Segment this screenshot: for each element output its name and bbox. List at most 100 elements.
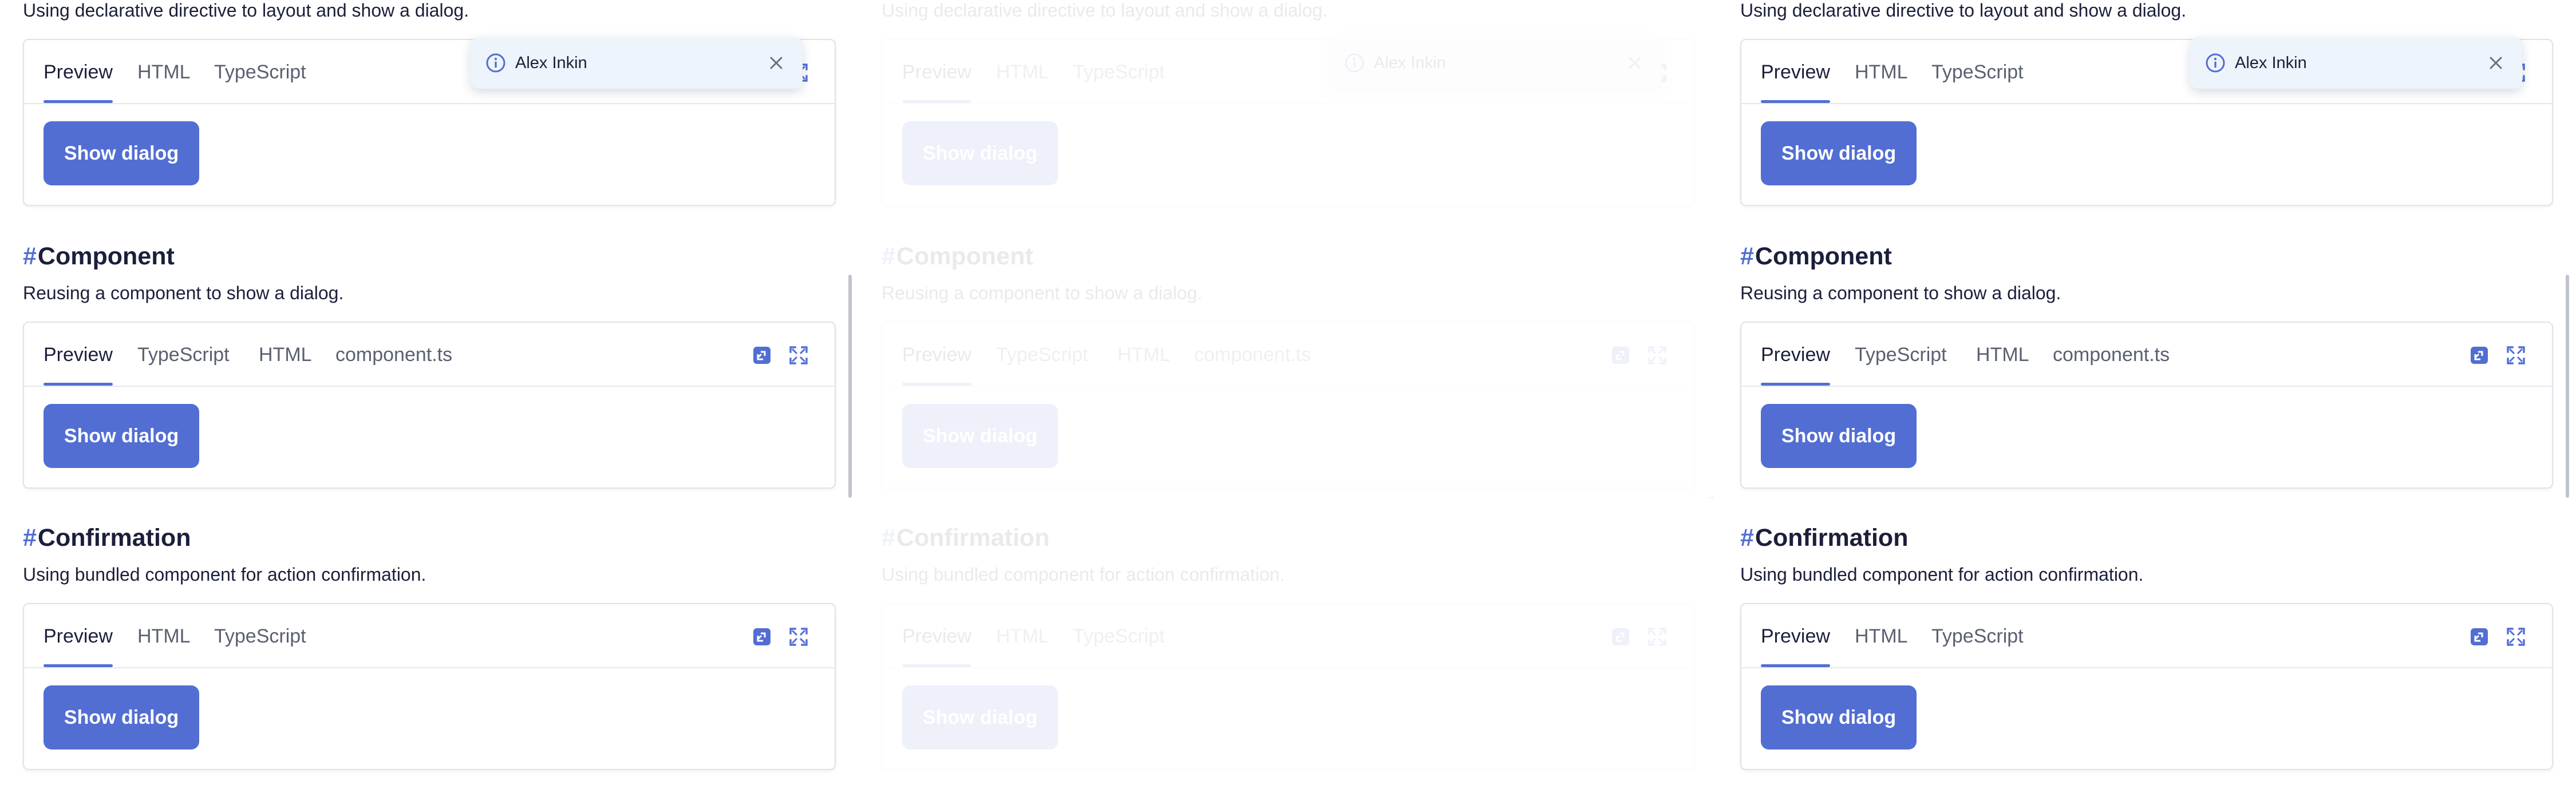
demo-box-confirmation: Preview HTML TypeScript Show dialog bbox=[1740, 603, 2553, 770]
demo-page-panel: Using declarative directive to layout an… bbox=[1717, 0, 2576, 801]
tab-typescript[interactable]: TypeScript bbox=[1931, 60, 2024, 85]
show-dialog-button[interactable]: Show dialog bbox=[902, 685, 1058, 750]
intro-description: Using declarative directive to layout an… bbox=[1740, 0, 2187, 21]
section-description: Using bundled component for action confi… bbox=[882, 564, 1285, 585]
show-dialog-button[interactable]: Show dialog bbox=[902, 404, 1058, 468]
section-description: Reusing a component to show a dialog. bbox=[882, 283, 1203, 303]
demo-box-component: Preview TypeScript HTML component.ts Sho… bbox=[882, 322, 1694, 489]
tab-html[interactable]: HTML bbox=[137, 624, 191, 649]
tab-html[interactable]: HTML bbox=[137, 60, 191, 85]
section-title-text: Component bbox=[37, 243, 175, 270]
tab-preview[interactable]: Preview bbox=[1761, 624, 1830, 667]
tab-html[interactable]: HTML bbox=[1117, 342, 1171, 367]
notification-text: Alex Inkin bbox=[1374, 54, 1446, 72]
info-icon bbox=[485, 53, 506, 73]
anchor-hash-link[interactable]: # bbox=[1740, 243, 1754, 270]
show-dialog-button[interactable]: Show dialog bbox=[44, 685, 199, 750]
demo-box-confirmation: Preview HTML TypeScript Show dialog bbox=[882, 603, 1694, 770]
tab-html[interactable]: HTML bbox=[1855, 60, 1908, 85]
tab-component-ts[interactable]: component.ts bbox=[1194, 342, 1311, 367]
anchor-hash-link[interactable]: # bbox=[882, 524, 895, 552]
tab-html[interactable]: HTML bbox=[259, 342, 312, 367]
tab-preview[interactable]: Preview bbox=[44, 342, 113, 386]
tab-preview[interactable]: Preview bbox=[44, 60, 113, 103]
scrollbar-thumb[interactable] bbox=[2566, 275, 2569, 498]
close-icon[interactable] bbox=[1626, 54, 1644, 72]
demo-tabs: Preview TypeScript HTML component.ts bbox=[24, 323, 835, 387]
close-icon[interactable] bbox=[2487, 54, 2505, 72]
demo-box-confirmation: Preview HTML TypeScript Show dialog bbox=[23, 603, 836, 770]
tab-component-ts[interactable]: component.ts bbox=[2053, 342, 2170, 367]
anchor-hash-link[interactable]: # bbox=[23, 243, 37, 270]
copy-link-icon[interactable] bbox=[752, 627, 772, 647]
copy-link-icon[interactable] bbox=[2470, 627, 2489, 647]
tab-preview[interactable]: Preview bbox=[44, 624, 113, 667]
info-icon bbox=[2205, 53, 2226, 73]
demo-tabs: Preview HTML TypeScript bbox=[1741, 604, 2552, 668]
section-heading-confirmation: #Confirmation bbox=[1740, 522, 1908, 554]
anchor-hash-link[interactable]: # bbox=[23, 524, 37, 552]
show-dialog-button[interactable]: Show dialog bbox=[1761, 685, 1917, 750]
info-icon bbox=[1344, 53, 1365, 73]
section-description: Using bundled component for action confi… bbox=[23, 564, 426, 585]
tab-typescript[interactable]: TypeScript bbox=[214, 60, 306, 85]
tab-preview[interactable]: Preview bbox=[902, 624, 971, 667]
notification-toast: Alex Inkin bbox=[2190, 37, 2522, 89]
show-dialog-button[interactable]: Show dialog bbox=[1761, 404, 1917, 468]
notification-toast: Alex Inkin bbox=[471, 37, 803, 89]
tab-preview[interactable]: Preview bbox=[1761, 60, 1830, 103]
tab-html[interactable]: HTML bbox=[996, 624, 1049, 649]
tab-component-ts[interactable]: component.ts bbox=[335, 342, 452, 367]
show-dialog-button[interactable]: Show dialog bbox=[1761, 121, 1917, 185]
show-dialog-button[interactable]: Show dialog bbox=[44, 404, 199, 468]
tab-preview[interactable]: Preview bbox=[902, 60, 971, 103]
copy-link-icon[interactable] bbox=[2470, 346, 2489, 365]
demo-page-panel: Using declarative directive to layout an… bbox=[0, 0, 859, 801]
tab-typescript[interactable]: TypeScript bbox=[214, 624, 306, 649]
section-title-text: Component bbox=[1755, 243, 1892, 270]
show-dialog-button[interactable]: Show dialog bbox=[902, 121, 1058, 185]
tab-typescript[interactable]: TypeScript bbox=[1931, 624, 2024, 649]
section-heading-component: #Component bbox=[23, 240, 175, 272]
scroll-position-marker bbox=[1708, 497, 1714, 499]
tab-preview[interactable]: Preview bbox=[1761, 342, 1830, 386]
scrollbar-thumb[interactable] bbox=[848, 275, 852, 498]
notification-text: Alex Inkin bbox=[515, 54, 587, 72]
tab-preview[interactable]: Preview bbox=[902, 342, 971, 386]
demo-tabs: Preview TypeScript HTML component.ts bbox=[883, 323, 1693, 387]
tab-typescript[interactable]: TypeScript bbox=[996, 342, 1088, 367]
fullscreen-expand-icon[interactable] bbox=[789, 627, 808, 647]
section-title-text: Confirmation bbox=[37, 524, 191, 552]
anchor-hash-link[interactable]: # bbox=[882, 243, 895, 270]
tab-html[interactable]: HTML bbox=[1855, 624, 1908, 649]
demo-tabs: Preview HTML TypeScript bbox=[24, 604, 835, 668]
fullscreen-expand-icon[interactable] bbox=[789, 346, 808, 365]
fullscreen-expand-icon[interactable] bbox=[1647, 346, 1667, 365]
tab-typescript[interactable]: TypeScript bbox=[1073, 624, 1165, 649]
section-description: Reusing a component to show a dialog. bbox=[23, 283, 344, 303]
close-icon[interactable] bbox=[767, 54, 785, 72]
tab-typescript[interactable]: TypeScript bbox=[1073, 60, 1165, 85]
anchor-hash-link[interactable]: # bbox=[1740, 524, 1754, 552]
section-title-text: Component bbox=[896, 243, 1033, 270]
notification-text: Alex Inkin bbox=[2235, 54, 2307, 72]
copy-link-icon[interactable] bbox=[1611, 627, 1630, 647]
tab-typescript[interactable]: TypeScript bbox=[137, 342, 230, 367]
demo-box-component: Preview TypeScript HTML component.ts Sho… bbox=[1740, 322, 2553, 489]
tab-html[interactable]: HTML bbox=[996, 60, 1049, 85]
fullscreen-expand-icon[interactable] bbox=[1647, 627, 1667, 647]
section-heading-component: #Component bbox=[882, 240, 1033, 272]
show-dialog-button[interactable]: Show dialog bbox=[44, 121, 199, 185]
intro-description: Using declarative directive to layout an… bbox=[23, 0, 469, 21]
section-description: Reusing a component to show a dialog. bbox=[1740, 283, 2061, 303]
fullscreen-expand-icon[interactable] bbox=[2506, 346, 2526, 365]
copy-link-icon[interactable] bbox=[1611, 346, 1630, 365]
section-heading-confirmation: #Confirmation bbox=[882, 522, 1049, 554]
tab-typescript[interactable]: TypeScript bbox=[1855, 342, 1947, 367]
copy-link-icon[interactable] bbox=[752, 346, 772, 365]
section-description: Using bundled component for action confi… bbox=[1740, 564, 2144, 585]
section-heading-component: #Component bbox=[1740, 240, 1892, 272]
intro-description: Using declarative directive to layout an… bbox=[882, 0, 1328, 21]
tab-html[interactable]: HTML bbox=[1976, 342, 2029, 367]
fullscreen-expand-icon[interactable] bbox=[2506, 627, 2526, 647]
